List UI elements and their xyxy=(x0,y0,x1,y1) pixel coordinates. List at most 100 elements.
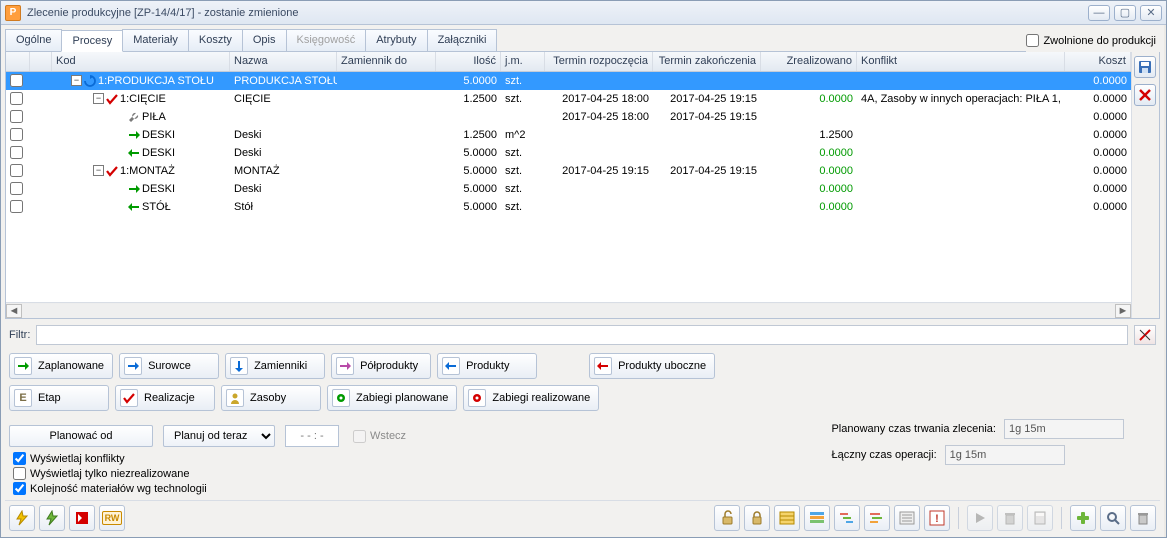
list-button[interactable] xyxy=(894,505,920,531)
search-button[interactable] xyxy=(1100,505,1126,531)
table-row[interactable]: −1:CIĘCIECIĘCIE1.2500szt.2017-04-25 18:0… xyxy=(6,90,1131,108)
col-start[interactable]: Termin rozpoczęcia xyxy=(545,52,653,71)
action-lightning-2[interactable] xyxy=(39,505,65,531)
bars-colored-button[interactable] xyxy=(804,505,830,531)
tab-materiały[interactable]: Materiały xyxy=(122,29,189,51)
filter-input[interactable] xyxy=(36,325,1128,345)
row-checkbox[interactable] xyxy=(10,74,23,87)
gantt-2-button[interactable] xyxy=(864,505,890,531)
maximize-button[interactable]: ▢ xyxy=(1114,5,1136,21)
tab-atrybuty[interactable]: Atrybuty xyxy=(365,29,427,51)
btn-zamienniki[interactable]: Zamienniki xyxy=(225,353,325,379)
tab-załączniki[interactable]: Załączniki xyxy=(427,29,498,51)
btn-label: Zabiegi realizowane xyxy=(492,392,590,404)
expander-icon[interactable]: − xyxy=(93,93,104,104)
row-koszt: 0.0000 xyxy=(1065,164,1131,178)
add-button[interactable] xyxy=(1070,505,1096,531)
arrow-right-icon xyxy=(124,357,142,375)
btn-realizacje[interactable]: Realizacje xyxy=(115,385,215,411)
btn-zaplanowane[interactable]: Zaplanowane xyxy=(9,353,113,379)
show-unrealized-checkbox[interactable] xyxy=(13,467,26,480)
btn-produkty-uboczne[interactable]: Produkty uboczne xyxy=(589,353,715,379)
lock-closed-button[interactable] xyxy=(744,505,770,531)
material-order-wrap[interactable]: Kolejność materiałów wg technologii xyxy=(9,481,1156,496)
warning-button[interactable]: ! xyxy=(924,505,950,531)
btn-label: Produkty uboczne xyxy=(618,360,706,372)
btn-zabiegi-planowane[interactable]: Zabiegi planowane xyxy=(327,385,457,411)
expander-icon[interactable]: − xyxy=(71,75,82,86)
h-scrollbar[interactable]: ◄ ► xyxy=(6,302,1131,318)
row-checkbox[interactable] xyxy=(10,92,23,105)
tab-opis[interactable]: Opis xyxy=(242,29,287,51)
col-koszt[interactable]: Koszt xyxy=(1065,52,1131,71)
tab-koszty[interactable]: Koszty xyxy=(188,29,243,51)
row-checkbox[interactable] xyxy=(10,182,23,195)
table-row[interactable]: DESKIDeski5.0000szt.0.00000.0000 xyxy=(6,180,1131,198)
material-order-checkbox[interactable] xyxy=(13,482,26,495)
btn-produkty[interactable]: Produkty xyxy=(437,353,537,379)
released-checkbox-wrap[interactable]: Zwolnione do produkcji xyxy=(1026,34,1160,47)
show-conflicts-checkbox[interactable] xyxy=(13,452,26,465)
btn-surowce[interactable]: Surowce xyxy=(119,353,219,379)
gantt-1-button[interactable] xyxy=(834,505,860,531)
trash-button[interactable] xyxy=(997,505,1023,531)
clear-filter-button[interactable] xyxy=(1134,325,1156,345)
action-lightning-1[interactable] xyxy=(9,505,35,531)
col-end[interactable]: Termin zakończenia xyxy=(653,52,761,71)
trash-red-button[interactable] xyxy=(1130,505,1156,531)
save-grid-button[interactable] xyxy=(1134,56,1156,78)
action-flag[interactable] xyxy=(69,505,95,531)
row-checkbox[interactable] xyxy=(10,128,23,141)
delete-row-button[interactable] xyxy=(1134,84,1156,106)
table-row[interactable]: DESKIDeski5.0000szt.0.00000.0000 xyxy=(6,144,1131,162)
expander-icon[interactable]: − xyxy=(93,165,104,176)
table-row[interactable]: STÓŁStół5.0000szt.0.00000.0000 xyxy=(6,198,1131,216)
table-row[interactable]: −1:MONTAŻMONTAŻ5.0000szt.2017-04-25 19:1… xyxy=(6,162,1131,180)
col-jm[interactable]: j.m. xyxy=(501,52,545,71)
window-title: Zlecenie produkcyjne [ZP-14/4/17] - zost… xyxy=(27,7,1088,19)
lock-open-button[interactable] xyxy=(714,505,740,531)
plan-from-button[interactable]: Planować od xyxy=(9,425,153,447)
col-zreal[interactable]: Zrealizowano xyxy=(761,52,857,71)
show-unrealized-wrap[interactable]: Wyświetlaj tylko niezrealizowane xyxy=(9,466,1156,481)
row-checkbox[interactable] xyxy=(10,110,23,123)
btn-półprodukty[interactable]: Półprodukty xyxy=(331,353,431,379)
row-konflikt xyxy=(857,152,1065,154)
play-button[interactable] xyxy=(967,505,993,531)
grid-body[interactable]: −1:PRODUKCJA STOŁUPRODUKCJA STOŁU5.0000s… xyxy=(6,72,1131,302)
scroll-right-icon[interactable]: ► xyxy=(1115,304,1131,318)
list-icon xyxy=(899,510,915,526)
row-zreal: 1.2500 xyxy=(761,128,857,142)
scroll-left-icon[interactable]: ◄ xyxy=(6,304,22,318)
table-row[interactable]: −1:PRODUKCJA STOŁUPRODUKCJA STOŁU5.0000s… xyxy=(6,72,1131,90)
tab-procesy[interactable]: Procesy xyxy=(61,30,123,52)
plan-mode-select[interactable]: Planuj od teraz xyxy=(163,425,275,447)
refresh-icon xyxy=(83,74,97,88)
btn-label: Produkty xyxy=(466,360,509,372)
col-zamiennik[interactable]: Zamiennik do xyxy=(337,52,436,71)
table-yellow-button[interactable] xyxy=(774,505,800,531)
calc-button[interactable] xyxy=(1027,505,1053,531)
tab-ogólne[interactable]: Ogólne xyxy=(5,29,62,51)
table-row[interactable]: DESKIDeski1.2500m^21.25000.0000 xyxy=(6,126,1131,144)
lightning-green-icon xyxy=(44,510,60,526)
plan-time-spinner[interactable]: - - : - xyxy=(285,425,339,447)
row-koszt: 0.0000 xyxy=(1065,146,1131,160)
btn-label: Surowce xyxy=(148,360,191,372)
row-checkbox[interactable] xyxy=(10,200,23,213)
row-checkbox[interactable] xyxy=(10,146,23,159)
action-rw[interactable]: RW xyxy=(99,505,125,531)
row-checkbox[interactable] xyxy=(10,164,23,177)
btn-etap[interactable]: EEtap xyxy=(9,385,109,411)
btn-zasoby[interactable]: Zasoby xyxy=(221,385,321,411)
col-kod[interactable]: Kod xyxy=(52,52,230,71)
close-button[interactable]: ✕ xyxy=(1140,5,1162,21)
arrow-left-icon xyxy=(127,200,141,214)
released-checkbox[interactable] xyxy=(1026,34,1039,47)
minimize-button[interactable]: — xyxy=(1088,5,1110,21)
col-ilosc[interactable]: Ilość xyxy=(436,52,501,71)
col-nazwa[interactable]: Nazwa xyxy=(230,52,337,71)
btn-zabiegi-realizowane[interactable]: Zabiegi realizowane xyxy=(463,385,599,411)
table-row[interactable]: PIŁA2017-04-25 18:002017-04-25 19:150.00… xyxy=(6,108,1131,126)
col-konflikt[interactable]: Konflikt xyxy=(857,52,1065,71)
